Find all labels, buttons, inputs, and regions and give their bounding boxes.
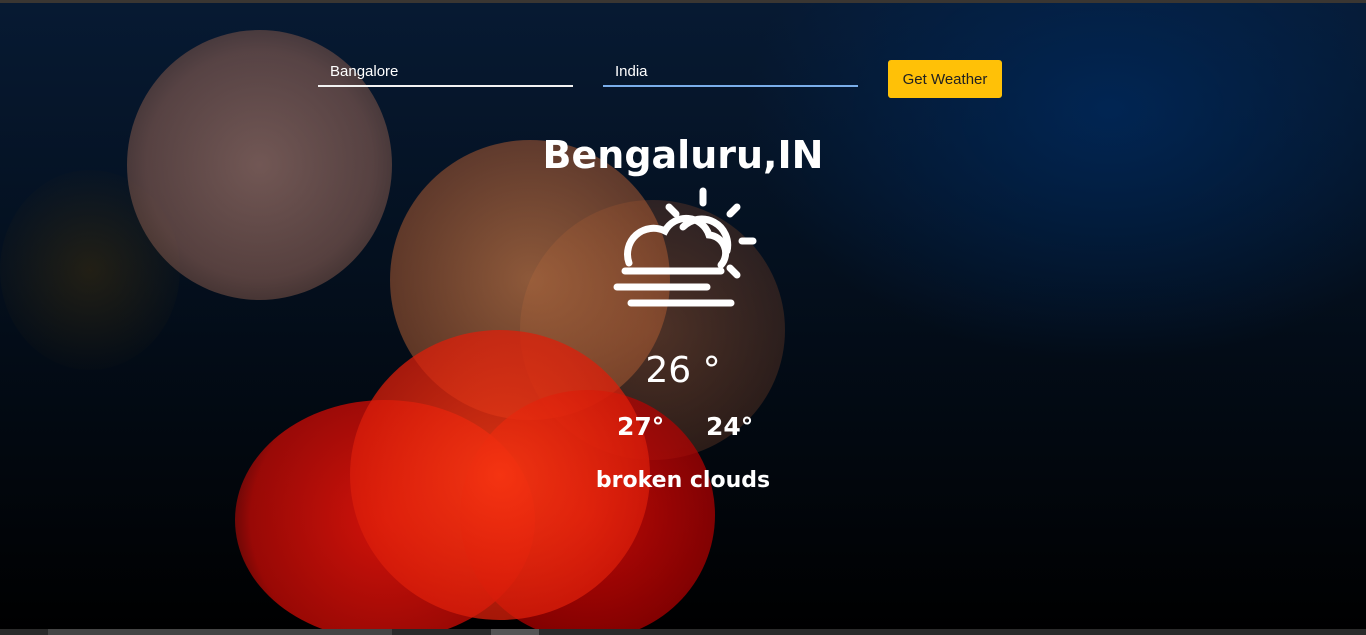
weather-description: broken clouds [595, 468, 771, 493]
background-bokeh [235, 400, 535, 635]
taskbar-segment [48, 629, 392, 635]
country-input[interactable] [603, 57, 858, 87]
weather-app: Get Weather Bengaluru,IN 26 ° 27° 24° br… [0, 0, 1366, 635]
city-input[interactable] [318, 57, 573, 87]
background-bokeh [460, 390, 715, 635]
current-temperature: 26 ° [645, 350, 721, 391]
taskbar-segment [491, 629, 539, 635]
cloudy-sun-icon [613, 187, 757, 307]
window-top-border [0, 0, 1366, 3]
city-title: Bengaluru,IN [542, 133, 824, 177]
min-temperature: 24° [706, 412, 754, 441]
background-bokeh [0, 170, 180, 370]
get-weather-button[interactable]: Get Weather [888, 60, 1002, 98]
max-temperature: 27° [617, 412, 665, 441]
